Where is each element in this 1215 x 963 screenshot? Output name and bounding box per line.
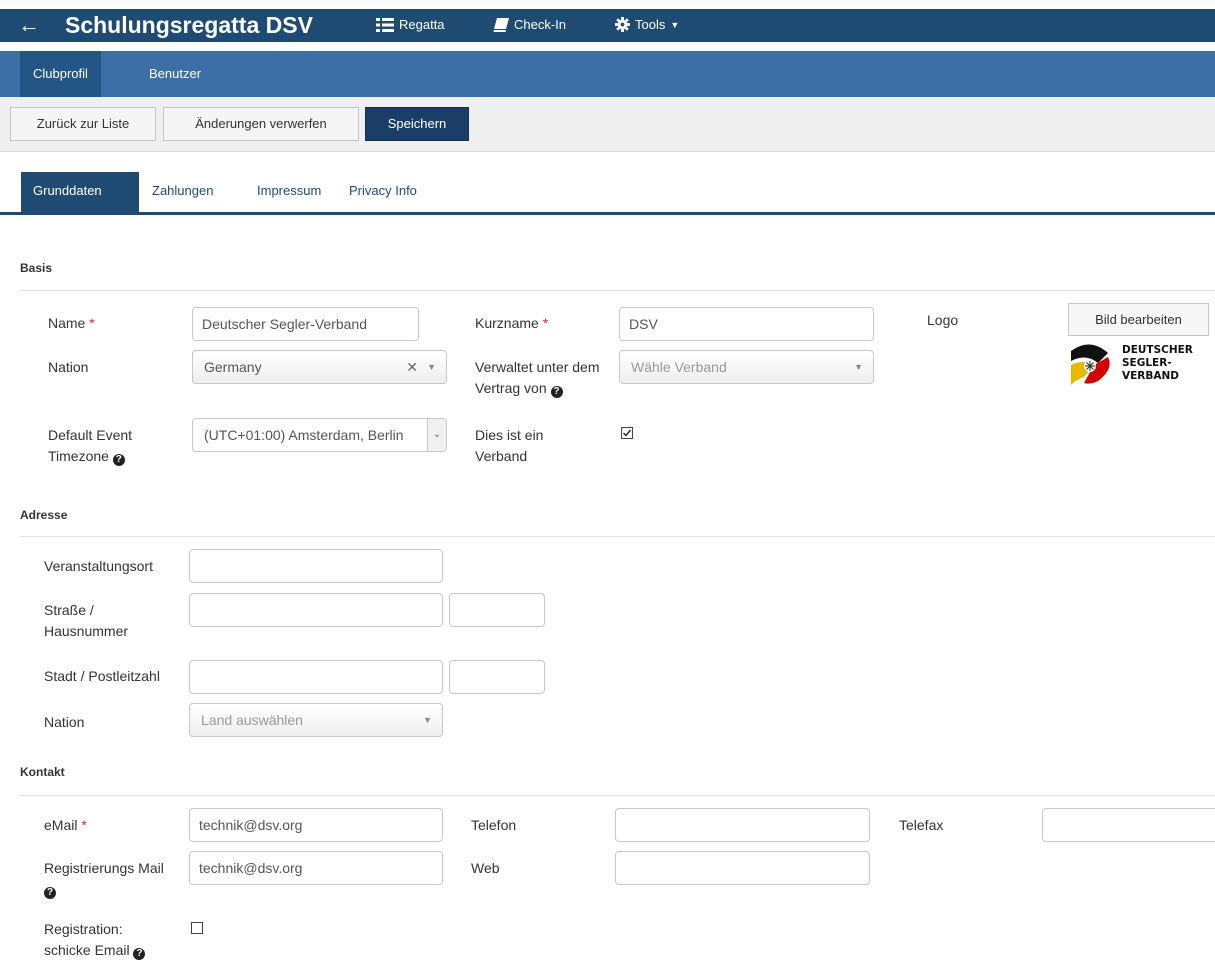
section-title-basis: Basis — [20, 261, 53, 275]
email-label: eMail * — [44, 817, 87, 833]
telefax-input[interactable] — [1042, 808, 1215, 842]
venue-label: Veranstaltungsort — [44, 558, 153, 574]
subnav-clubprofil[interactable]: Clubprofil — [20, 51, 101, 97]
section-title-adresse: Adresse — [20, 508, 68, 522]
nation-select[interactable]: Germany ✕ ▼ — [192, 350, 447, 384]
logo-text-1: DEUTSCHER — [1122, 344, 1193, 356]
city-zip-label: Stadt / Postleitzahl — [44, 668, 160, 684]
verband-select-placeholder: Wähle Verband — [631, 359, 727, 375]
caret-down-icon: ▼ — [670, 19, 680, 30]
dsv-logo: DEUTSCHER SEGLER- VERBAND — [1068, 339, 1213, 387]
telefon-label: Telefon — [471, 817, 517, 833]
help-icon[interactable]: ? — [133, 948, 146, 960]
timezone-select[interactable]: (UTC+01:00) Amsterdam, Berlin ⌄ — [192, 418, 447, 452]
caret-down-icon: ▼ — [423, 715, 432, 725]
page-title[interactable]: Schulungsregatta DSV — [65, 11, 313, 39]
country-select-placeholder: Land auswählen — [201, 712, 303, 728]
book-icon — [493, 17, 509, 32]
nav-checkin[interactable]: Check-In — [493, 17, 566, 32]
tab-grunddaten[interactable]: Grunddaten — [21, 172, 139, 212]
web-label: Web — [471, 860, 500, 876]
street-label: Straße / Hausnummer — [44, 602, 129, 639]
kurzname-label: Kurzname * — [475, 315, 549, 331]
divider — [20, 290, 1215, 291]
email-input[interactable]: technik@dsv.org — [189, 808, 443, 842]
tab-zahlungen[interactable]: Zahlungen — [140, 172, 225, 212]
verband-flag-label: Dies ist ein Verband — [475, 427, 544, 464]
timezone-label: Default Event Timezone ? — [48, 427, 133, 466]
send-registration-email-checkbox[interactable] — [191, 922, 203, 934]
help-icon[interactable]: ? — [112, 454, 125, 466]
nation-select-value: Germany — [204, 359, 262, 375]
tab-bar: Grunddaten Zahlungen Impressum Privacy I… — [0, 172, 1215, 215]
subnav-benutzer[interactable]: Benutzer — [136, 51, 214, 97]
edit-image-button[interactable]: Bild bearbeiten — [1068, 303, 1209, 336]
nav-tools-label: Tools — [635, 17, 666, 32]
section-title-kontakt: Kontakt — [20, 765, 65, 779]
help-icon[interactable]: ? — [550, 386, 563, 398]
chevron-down-icon: ⌄ — [427, 419, 446, 451]
registration-send-label: Registration: schicke Email ? — [44, 919, 146, 961]
logo-text-2: SEGLER- — [1122, 357, 1172, 369]
nav-regatta[interactable]: Regatta — [376, 17, 445, 32]
is-verband-checkbox[interactable] — [621, 427, 633, 439]
tab-impressum[interactable]: Impressum — [245, 172, 333, 212]
save-button[interactable]: Speichern — [365, 107, 469, 141]
logo-text-3: VERBAND — [1122, 370, 1179, 382]
city-input[interactable] — [189, 660, 443, 694]
arrow-left-icon[interactable]: ← — [18, 12, 40, 38]
logo-label: Logo — [927, 312, 959, 328]
timezone-select-value: (UTC+01:00) Amsterdam, Berlin — [204, 427, 404, 443]
nation-label: Nation — [48, 359, 89, 375]
sub-navbar: Clubprofil Benutzer — [0, 51, 1215, 97]
name-label: Name * — [48, 315, 95, 331]
nav-regatta-label: Regatta — [399, 17, 445, 32]
gear-icon — [615, 17, 630, 32]
caret-down-icon: ▼ — [427, 362, 436, 372]
name-input[interactable]: Deutscher Segler-Verband — [192, 307, 419, 341]
action-toolbar: Zurück zur Liste Änderungen verwerfen Sp… — [0, 97, 1215, 152]
verwaltet-label: Verwaltet unter dem Vertrag von ? — [475, 359, 600, 398]
address-nation-label: Nation — [44, 714, 85, 730]
venue-input[interactable] — [189, 549, 443, 583]
verband-select[interactable]: Wähle Verband ▼ — [619, 350, 874, 384]
divider — [20, 795, 1215, 796]
top-navbar: ← Schulungsregatta DSV Regatta Check-In … — [0, 9, 1215, 42]
discard-changes-button[interactable]: Änderungen verwerfen — [163, 107, 359, 141]
registration-mail-input[interactable]: technik@dsv.org — [189, 851, 443, 885]
caret-down-icon: ▼ — [854, 362, 863, 372]
kurzname-input[interactable]: DSV — [619, 307, 874, 341]
list-icon — [376, 17, 394, 32]
divider — [20, 536, 1215, 537]
clear-icon[interactable]: ✕ — [406, 351, 418, 383]
telefon-input[interactable] — [615, 808, 870, 842]
web-input[interactable] — [615, 851, 870, 885]
street-input[interactable] — [189, 593, 443, 627]
country-select[interactable]: Land auswählen ▼ — [189, 703, 443, 737]
nav-checkin-label: Check-In — [514, 17, 567, 32]
house-number-input[interactable] — [449, 593, 545, 627]
telefax-label: Telefax — [899, 817, 944, 833]
help-icon[interactable]: ? — [44, 887, 56, 899]
registration-mail-label: Registrierungs Mail ? — [44, 860, 164, 899]
tab-privacy-info[interactable]: Privacy Info — [337, 172, 429, 212]
zip-input[interactable] — [449, 660, 545, 694]
back-to-list-button[interactable]: Zurück zur Liste — [10, 107, 156, 141]
nav-tools[interactable]: Tools ▼ — [615, 17, 679, 32]
